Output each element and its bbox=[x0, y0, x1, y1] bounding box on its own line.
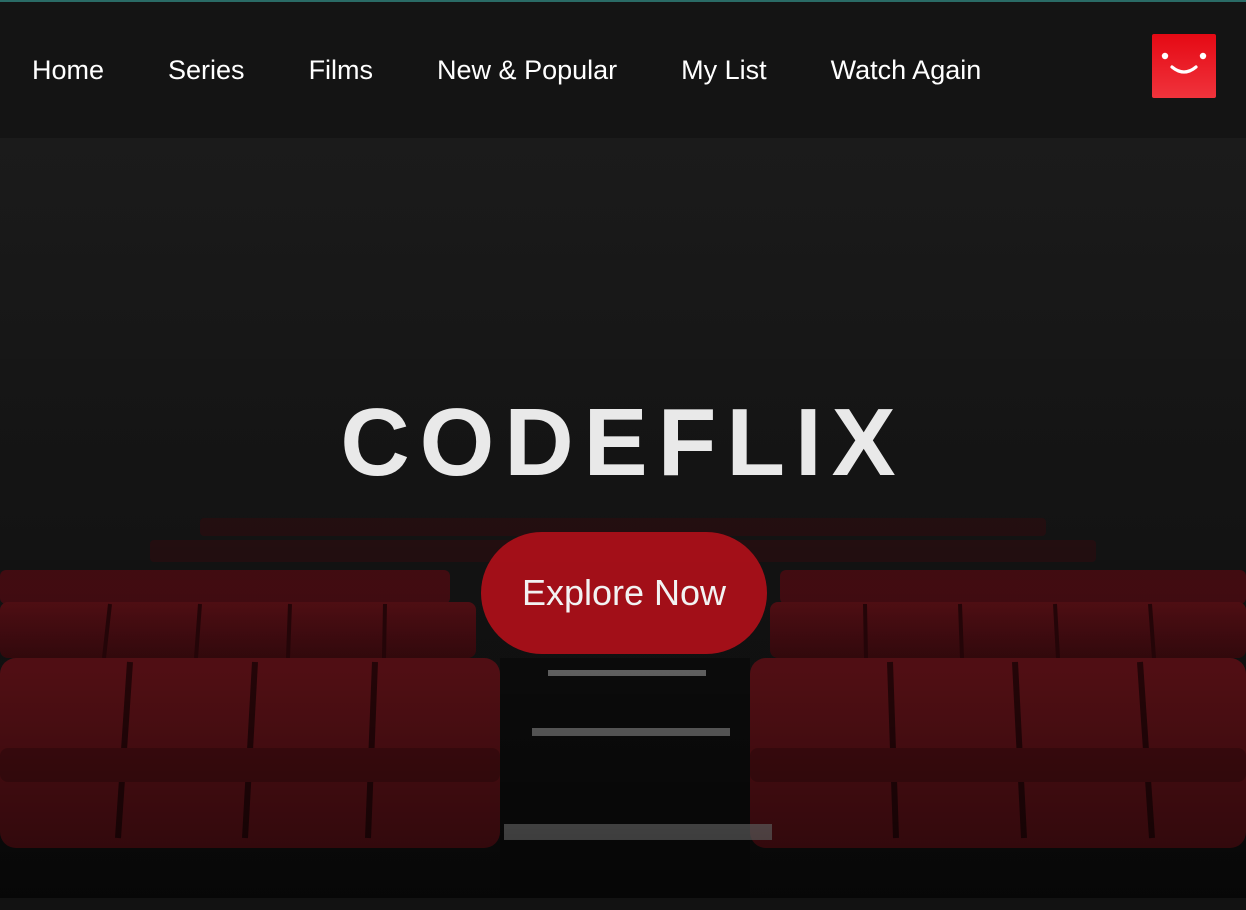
explore-now-button[interactable]: Explore Now bbox=[481, 532, 767, 654]
nav-link-my-list[interactable]: My List bbox=[681, 54, 767, 86]
nav-link-films[interactable]: Films bbox=[309, 54, 373, 86]
hero-banner: CODEFLIX Explore Now bbox=[0, 138, 1246, 898]
nav-link-home[interactable]: Home bbox=[32, 54, 104, 86]
cinema-seats-image bbox=[0, 138, 1246, 898]
profile-avatar[interactable] bbox=[1152, 34, 1216, 98]
nav-link-series[interactable]: Series bbox=[168, 54, 245, 86]
nav-link-new-popular[interactable]: New & Popular bbox=[437, 54, 617, 86]
hero-title: CODEFLIX bbox=[340, 389, 906, 496]
smiley-avatar-icon bbox=[1161, 52, 1207, 74]
page-bottom-edge bbox=[0, 898, 1246, 910]
nav-link-watch-again[interactable]: Watch Again bbox=[831, 54, 982, 86]
top-navigation-bar: Home Series Films New & Popular My List … bbox=[0, 2, 1246, 138]
nav-links: Home Series Films New & Popular My List … bbox=[32, 54, 1045, 86]
